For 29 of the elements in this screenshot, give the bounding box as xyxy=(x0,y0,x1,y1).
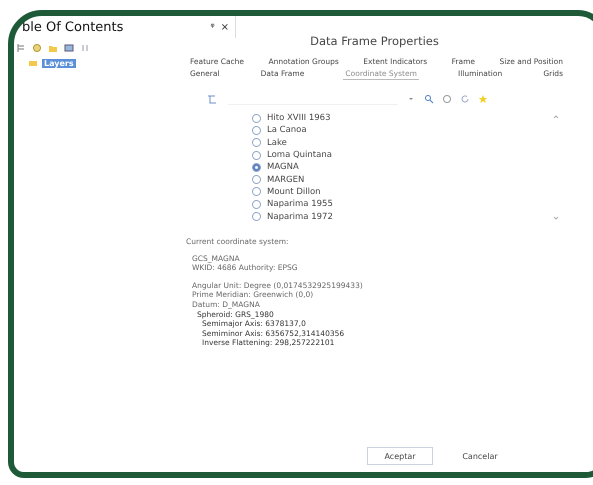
radio-icon[interactable] xyxy=(252,126,261,135)
radio-icon[interactable] xyxy=(252,114,261,123)
search-icon[interactable] xyxy=(424,94,434,104)
list-item[interactable]: Hito XVIII 1963 xyxy=(252,112,549,124)
list-item[interactable]: Naparima 1972 xyxy=(252,210,549,223)
close-button[interactable]: × xyxy=(220,22,229,32)
radio-icon[interactable] xyxy=(252,150,261,160)
radio-icon[interactable] xyxy=(252,200,261,209)
radio-icon[interactable] xyxy=(252,212,261,222)
dialog-title: Data Frame Properties xyxy=(309,33,440,50)
pin-button[interactable]: ᵠ xyxy=(210,22,215,32)
folder-icon[interactable] xyxy=(48,43,58,53)
radio-icon[interactable] xyxy=(252,175,261,184)
refresh-icon[interactable] xyxy=(460,94,470,104)
radio-icon[interactable] xyxy=(252,162,261,172)
star-icon[interactable] xyxy=(478,94,488,104)
list-item[interactable]: Naparima 1955 xyxy=(252,198,549,210)
list-item[interactable]: MARGEN xyxy=(252,173,549,186)
picture-icon[interactable] xyxy=(64,43,74,53)
list-item[interactable]: Loma Quintana xyxy=(252,148,549,162)
list-item[interactable]: Lake xyxy=(252,136,549,149)
radio-icon[interactable] xyxy=(252,138,261,148)
list-item[interactable]: La Canoa xyxy=(252,124,549,137)
radio-icon[interactable] xyxy=(252,187,261,196)
list-item[interactable]: MAGNA xyxy=(252,161,549,174)
list-item[interactable]: Mount Dillon xyxy=(252,186,549,198)
dialog-button[interactable]: Aceptar xyxy=(367,447,433,465)
list-icon[interactable] xyxy=(16,43,26,53)
panel-title: ble Of Contents xyxy=(22,20,124,34)
